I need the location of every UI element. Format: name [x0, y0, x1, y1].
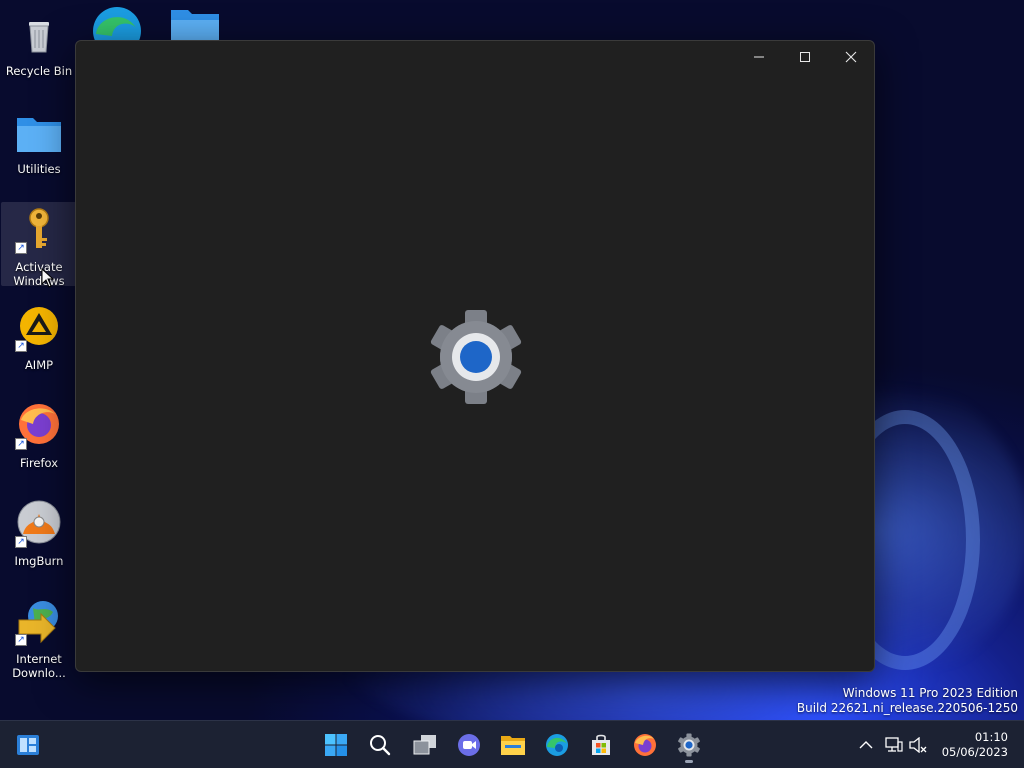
- desktop-icon-activate-windows[interactable]: ↗ Activate Windows: [1, 202, 77, 288]
- settings-window[interactable]: [75, 40, 875, 672]
- task-view-icon: [413, 735, 436, 755]
- clock-time: 01:10: [974, 730, 1008, 744]
- windows-logo-icon: [325, 734, 347, 756]
- edge-icon: [93, 7, 141, 40]
- widgets-button[interactable]: [8, 725, 48, 765]
- close-icon: [845, 51, 857, 63]
- search-button[interactable]: [360, 725, 400, 765]
- desktop-icon-recycle-bin[interactable]: Recycle Bin: [1, 6, 77, 90]
- desktop-icon-edge-partial[interactable]: [92, 6, 142, 40]
- imgburn-disc-icon: ↗: [15, 500, 63, 548]
- edge-icon: [546, 734, 568, 756]
- key-icon: ↗: [15, 206, 63, 254]
- desktop-icon-aimp[interactable]: ↗ AIMP: [1, 300, 77, 384]
- settings-gear-icon: [678, 733, 700, 757]
- taskbar: 01:10 05/06/2023: [0, 720, 1024, 768]
- desktop-icon-label: Recycle Bin: [5, 64, 73, 78]
- shortcut-arrow-icon: ↗: [15, 634, 27, 646]
- microsoft-store-icon: [592, 734, 610, 755]
- volume-muted-icon: [909, 737, 927, 753]
- file-explorer-button[interactable]: [493, 725, 533, 765]
- chevron-up-icon: [859, 741, 873, 749]
- windows-edition-watermark: Windows 11 Pro 2023 Edition Build 22621.…: [797, 686, 1018, 716]
- idm-globe-icon: ↗: [15, 598, 63, 646]
- widgets-icon: [17, 735, 39, 755]
- chat-button[interactable]: [449, 725, 489, 765]
- search-icon: [370, 735, 391, 756]
- shortcut-arrow-icon: ↗: [15, 438, 27, 450]
- network-button[interactable]: [884, 735, 904, 755]
- desktop-icon-label: ImgBurn: [14, 554, 64, 568]
- minimize-icon: [754, 56, 764, 58]
- start-button[interactable]: [316, 725, 356, 765]
- watermark-edition: Windows 11 Pro 2023 Edition: [842, 686, 1018, 700]
- desktop-icon-label: Activate Windows: [13, 260, 65, 288]
- desktop-icon-label: AIMP: [24, 358, 54, 372]
- firefox-taskbar-button[interactable]: [625, 725, 665, 765]
- settings-gear-icon: [430, 310, 522, 404]
- watermark-build: Build 22621.ni_release.220506-1250: [796, 701, 1018, 715]
- shortcut-arrow-icon: ↗: [15, 242, 27, 254]
- desktop-icon-label: Internet Downlo...: [12, 652, 66, 680]
- maximize-icon: [800, 52, 810, 62]
- aimp-icon: ↗: [15, 304, 63, 352]
- edge-button[interactable]: [537, 725, 577, 765]
- file-explorer-icon: [501, 736, 525, 755]
- folder-icon: [171, 10, 219, 40]
- window-controls: [736, 41, 874, 73]
- clock-date: 05/06/2023: [941, 745, 1008, 759]
- chat-icon: [458, 734, 480, 756]
- recycle-bin-icon: [15, 10, 63, 58]
- maximize-button[interactable]: [782, 41, 828, 73]
- folder-icon: [15, 108, 63, 156]
- minimize-button[interactable]: [736, 41, 782, 73]
- microsoft-store-button[interactable]: [581, 725, 621, 765]
- desktop-icon-folder-partial[interactable]: [170, 8, 220, 40]
- show-hidden-icons-button[interactable]: [856, 735, 876, 755]
- desktop-icon-internet-download-manager[interactable]: ↗ Internet Downlo...: [1, 594, 77, 680]
- close-button[interactable]: [828, 41, 874, 73]
- shortcut-arrow-icon: ↗: [15, 340, 27, 352]
- shortcut-arrow-icon: ↗: [15, 536, 27, 548]
- desktop-icon-label: Utilities: [17, 162, 61, 176]
- taskbar-clock[interactable]: 01:10 05/06/2023: [942, 730, 1008, 760]
- mouse-cursor-icon: [41, 268, 55, 288]
- desktop-icon-label: Firefox: [19, 456, 59, 470]
- desktop-icon-firefox[interactable]: ↗ Firefox: [1, 398, 77, 482]
- network-icon: [885, 737, 903, 752]
- task-view-button[interactable]: [405, 725, 445, 765]
- volume-button[interactable]: [908, 735, 928, 755]
- firefox-icon: [634, 734, 656, 756]
- desktop-icon-imgburn[interactable]: ↗ ImgBurn: [1, 496, 77, 580]
- firefox-icon: ↗: [15, 402, 63, 450]
- settings-taskbar-button[interactable]: [669, 725, 709, 765]
- desktop-icon-utilities[interactable]: Utilities: [1, 104, 77, 188]
